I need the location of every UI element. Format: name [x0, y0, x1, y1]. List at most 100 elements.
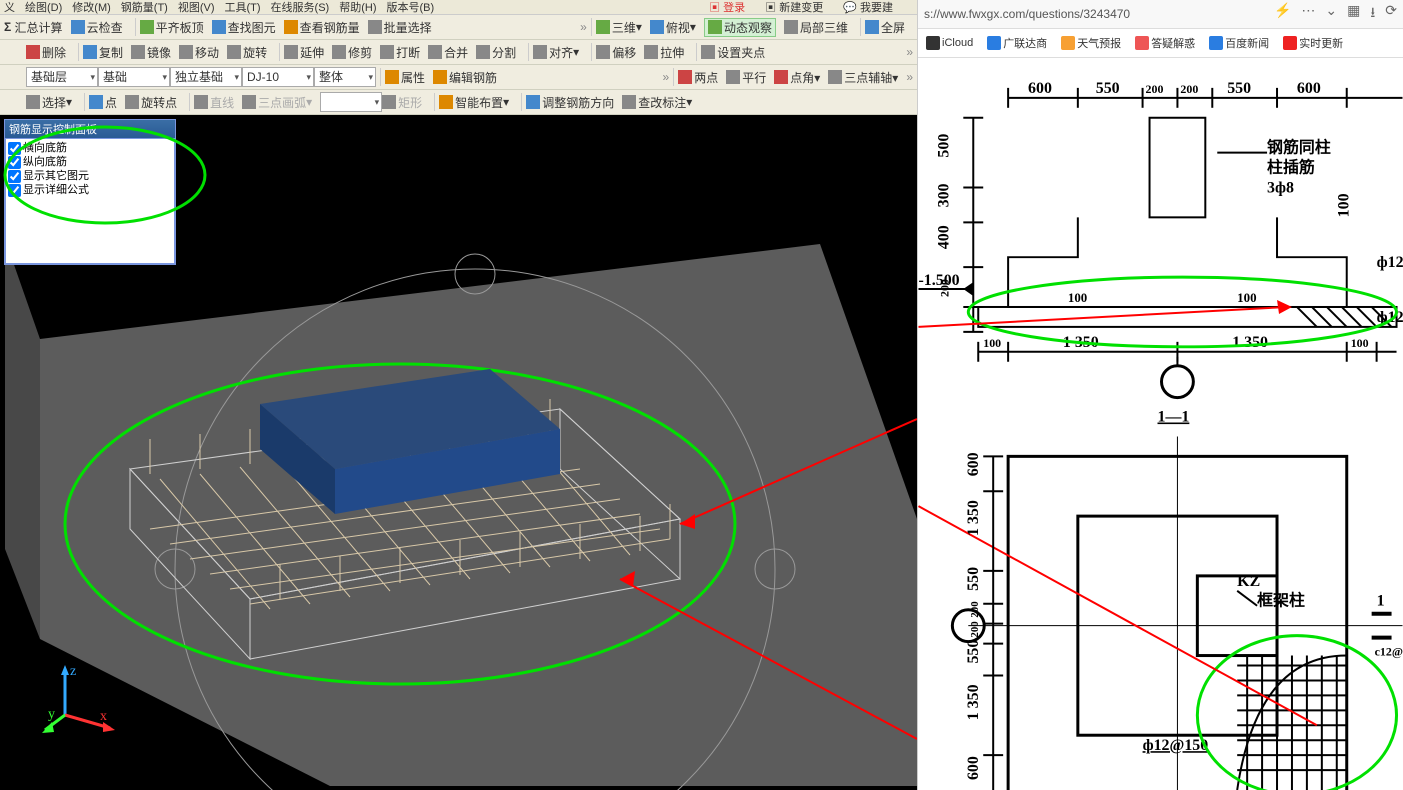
menu-rebar[interactable]: 钢筋量(T)	[121, 0, 168, 15]
menu-view[interactable]: 视图(V)	[178, 0, 215, 15]
btn-cloud-check[interactable]: 云检查	[71, 19, 123, 36]
split-icon	[476, 45, 490, 59]
btn-fullscreen[interactable]: 全屏	[865, 19, 905, 36]
cloud-icon	[71, 20, 85, 34]
btn-break[interactable]: 打断	[380, 44, 420, 61]
btn-align[interactable]: 对齐▾	[533, 44, 579, 61]
bm-glian[interactable]: 广联达商	[987, 35, 1047, 51]
btn-attr[interactable]: 属性	[385, 69, 425, 86]
svg-text:ф12@150: ф12@150	[1143, 737, 1209, 754]
btn-smart-layout[interactable]: 智能布置▾	[439, 94, 509, 111]
btn-pt-angle[interactable]: 点角▾	[774, 69, 820, 86]
menu-newchange[interactable]: ▣ 新建变更	[765, 0, 833, 15]
btn-sideview[interactable]: 俯视▾	[650, 19, 696, 36]
g-icon	[987, 36, 1001, 50]
btn-stretch[interactable]: 拉伸	[644, 44, 684, 61]
btn-local-3d[interactable]: 局部三维	[784, 19, 848, 36]
svg-text:100: 100	[1336, 193, 1353, 217]
btn-rotate-point[interactable]: 旋转点	[125, 94, 177, 111]
dd-blank[interactable]	[320, 92, 382, 112]
btn-find-elem[interactable]: 查找图元	[212, 19, 276, 36]
btn-point[interactable]: 点	[89, 94, 117, 111]
rt-icon	[1283, 36, 1297, 50]
svg-text:400: 400	[935, 225, 952, 249]
btn-modify-note[interactable]: 查改标注▾	[622, 94, 692, 111]
btn-merge[interactable]: 合并	[428, 44, 468, 61]
chk-formula[interactable]: 显示详细公式	[8, 183, 172, 197]
btn-split[interactable]: 分割	[476, 44, 516, 61]
grid-icon[interactable]: ▦	[1347, 2, 1360, 26]
dd-category[interactable]: 基础	[98, 67, 170, 87]
menu-tools[interactable]: 工具(T)	[225, 0, 261, 15]
bm-realtime[interactable]: 实时更新	[1283, 35, 1343, 51]
copy-icon	[83, 45, 97, 59]
svg-text:1 350: 1 350	[965, 684, 982, 720]
btn-offset[interactable]: 偏移	[596, 44, 636, 61]
btn-setpoint[interactable]: 设置夹点	[701, 44, 765, 61]
url-text[interactable]: s://www.fwxgx.com/questions/3243470	[924, 7, 1274, 21]
more-icon[interactable]: ⋯	[1301, 2, 1315, 26]
btn-dynamic-view[interactable]: 动态观察	[704, 18, 776, 37]
align-icon	[533, 45, 547, 59]
download-icon[interactable]: ⭳	[1370, 2, 1375, 26]
dd-floor[interactable]: 基础层	[26, 67, 98, 87]
modnote-icon	[622, 95, 636, 109]
btn-select[interactable]: 选择▾	[26, 94, 72, 111]
svg-text:550: 550	[965, 567, 982, 591]
toolbar-main: Σ 汇总计算 云检查 平齐板顶 查找图元 查看钢筋量 批量选择 » 三维▾ 俯视…	[0, 15, 917, 40]
btn-delete[interactable]: 删除	[26, 44, 66, 61]
btn-parallel[interactable]: 平行	[726, 69, 766, 86]
btn-three-pt-aux[interactable]: 三点辅轴▾	[828, 69, 898, 86]
btn-mirror[interactable]: 镜像	[131, 44, 171, 61]
browser-content[interactable]: 600 550 200 200 550 600	[918, 58, 1403, 790]
btn-flat-top[interactable]: 平齐板顶	[140, 19, 204, 36]
btn-view-rebar[interactable]: 查看钢筋量	[284, 19, 360, 36]
menu-wantbuild[interactable]: 💬 我要建	[843, 0, 903, 15]
bm-weather[interactable]: 天气预报	[1061, 35, 1121, 51]
btn-rotate[interactable]: 旋转	[227, 44, 267, 61]
menu-login[interactable]: ▣ 登录	[709, 0, 755, 15]
bm-icloud[interactable]: iCloud	[926, 36, 973, 50]
toolbar-draw: 选择▾ 点 旋转点 直线 三点画弧▾ 矩形 智能布置▾ 调整钢筋方向 查改标注▾	[0, 90, 917, 115]
trim-icon	[332, 45, 346, 59]
smart-icon	[439, 95, 453, 109]
btn-arc[interactable]: 三点画弧▾	[242, 94, 312, 111]
down-icon[interactable]: ⌄	[1325, 2, 1337, 26]
svg-text:100: 100	[983, 336, 1001, 350]
refresh-icon[interactable]: ⟳	[1385, 2, 1397, 26]
parallel-icon	[726, 70, 740, 84]
offset-icon	[596, 45, 610, 59]
btn-copy[interactable]: 复制	[83, 44, 123, 61]
chk-hbar[interactable]: 横向底筋	[8, 141, 172, 155]
btn-rect[interactable]: 矩形	[382, 94, 422, 111]
dd-component[interactable]: DJ-10	[242, 67, 314, 87]
point-icon	[89, 95, 103, 109]
btn-extend[interactable]: 延伸	[284, 44, 324, 61]
bm-qa[interactable]: 答疑解惑	[1135, 35, 1195, 51]
lightning-icon[interactable]: ⚡	[1274, 2, 1291, 26]
dd-type[interactable]: 独立基础	[170, 67, 242, 87]
menu-draw[interactable]: 绘图(D)	[25, 0, 62, 15]
btn-two-point[interactable]: 两点	[678, 69, 718, 86]
menu-version[interactable]: 版本号(B)	[387, 0, 435, 15]
viewport-3d[interactable]: 钢筋显示控制面板 横向底筋 纵向底筋 显示其它图元 显示详细公式 z x y	[0, 115, 917, 790]
chk-vbar[interactable]: 纵向底筋	[8, 155, 172, 169]
toolbar-edit: 删除 复制 镜像 移动 旋转 延伸 修剪 打断 合并 分割 对齐▾ 偏移 拉伸 …	[0, 40, 917, 65]
btn-sum[interactable]: Σ 汇总计算	[4, 19, 63, 36]
menu-def[interactable]: 义	[4, 0, 15, 15]
svg-text:550: 550	[965, 640, 982, 664]
btn-move[interactable]: 移动	[179, 44, 219, 61]
btn-trim[interactable]: 修剪	[332, 44, 372, 61]
menu-help[interactable]: 帮助(H)	[339, 0, 376, 15]
btn-line[interactable]: 直线	[194, 94, 234, 111]
svg-text:c12@: c12@	[1375, 645, 1403, 659]
btn-adjust-rebar-dir[interactable]: 调整钢筋方向	[526, 94, 614, 111]
btn-edit-rebar[interactable]: 编辑钢筋	[433, 69, 497, 86]
btn-3d[interactable]: 三维▾	[596, 19, 642, 36]
bm-baidu[interactable]: 百度新闻	[1209, 35, 1269, 51]
menu-online[interactable]: 在线服务(S)	[271, 0, 330, 15]
chk-other[interactable]: 显示其它图元	[8, 169, 172, 183]
btn-batch-select[interactable]: 批量选择	[368, 19, 432, 36]
menu-modify[interactable]: 修改(M)	[72, 0, 111, 15]
dd-whole[interactable]: 整体	[314, 67, 376, 87]
